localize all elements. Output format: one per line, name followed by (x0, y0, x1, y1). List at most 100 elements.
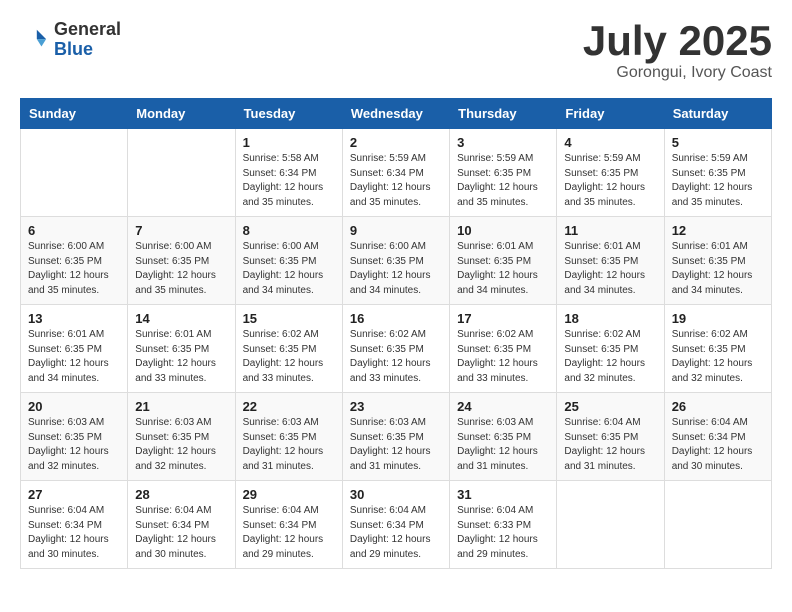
page-header: General Blue July 2025 Gorongui, Ivory C… (20, 20, 772, 82)
day-info: Sunrise: 6:04 AM Sunset: 6:34 PM Dayligh… (135, 504, 227, 562)
calendar-week-row: 13 Sunrise: 6:01 AM Sunset: 6:35 PM Dayli… (21, 305, 772, 393)
month-title: July 2025 (583, 20, 772, 62)
day-number: 9 (350, 223, 442, 238)
calendar-week-row: 20Sunrise: 6:03 AM Sunset: 6:35 PM Dayli… (21, 393, 772, 481)
calendar-cell: 20Sunrise: 6:03 AM Sunset: 6:35 PM Dayli… (21, 393, 128, 481)
day-info: Sunrise: 6:04 AM Sunset: 6:34 PM Dayligh… (350, 504, 442, 562)
calendar-cell: 26 Sunrise: 6:04 AM Sunset: 6:34 PM Dayli… (664, 393, 771, 481)
calendar-cell: 29Sunrise: 6:04 AM Sunset: 6:34 PM Dayli… (235, 481, 342, 569)
day-number: 17 (457, 311, 549, 326)
weekday-header-friday: Friday (557, 99, 664, 129)
day-number: 6 (28, 223, 120, 238)
logo-general-text: General Blue (54, 20, 121, 60)
calendar-cell: 6 Sunrise: 6:00 AM Sunset: 6:35 PM Daylig… (21, 217, 128, 305)
calendar-cell: 27 Sunrise: 6:04 AM Sunset: 6:34 PM Dayli… (21, 481, 128, 569)
day-number: 26 (672, 399, 764, 414)
calendar-cell: 16 Sunrise: 6:02 AM Sunset: 6:35 PM Dayli… (342, 305, 449, 393)
day-info: Sunrise: 5:59 AM Sunset: 6:35 PM Dayligh… (672, 152, 764, 210)
day-info: Sunrise: 5:58 AM Sunset: 6:34 PM Dayligh… (243, 152, 335, 210)
calendar-cell: 12Sunrise: 6:01 AM Sunset: 6:35 PM Dayli… (664, 217, 771, 305)
day-info: Sunrise: 5:59 AM Sunset: 6:35 PM Dayligh… (457, 152, 549, 210)
calendar-cell: 9 Sunrise: 6:00 AM Sunset: 6:35 PM Daylig… (342, 217, 449, 305)
day-number: 3 (457, 135, 549, 150)
calendar-cell: 15 Sunrise: 6:02 AM Sunset: 6:35 PM Dayli… (235, 305, 342, 393)
day-number: 5 (672, 135, 764, 150)
day-number: 27 (28, 487, 120, 502)
day-number: 8 (243, 223, 335, 238)
weekday-header-row: SundayMondayTuesdayWednesdayThursdayFrid… (21, 99, 772, 129)
calendar-cell: 11Sunrise: 6:01 AM Sunset: 6:35 PM Dayli… (557, 217, 664, 305)
day-info: Sunrise: 6:03 AM Sunset: 6:35 PM Dayligh… (350, 416, 442, 474)
day-number: 25 (564, 399, 656, 414)
calendar-cell: 28 Sunrise: 6:04 AM Sunset: 6:34 PM Dayli… (128, 481, 235, 569)
day-number: 29 (243, 487, 335, 502)
calendar-cell: 4Sunrise: 5:59 AM Sunset: 6:35 PM Daylig… (557, 129, 664, 217)
day-info: Sunrise: 5:59 AM Sunset: 6:34 PM Dayligh… (350, 152, 442, 210)
calendar-week-row: 1 Sunrise: 5:58 AM Sunset: 6:34 PM Daylig… (21, 129, 772, 217)
location-title: Gorongui, Ivory Coast (583, 64, 772, 82)
calendar-cell (557, 481, 664, 569)
day-info: Sunrise: 6:04 AM Sunset: 6:34 PM Dayligh… (28, 504, 120, 562)
day-info: Sunrise: 6:00 AM Sunset: 6:35 PM Dayligh… (28, 240, 120, 298)
calendar-week-row: 6 Sunrise: 6:00 AM Sunset: 6:35 PM Daylig… (21, 217, 772, 305)
calendar-cell: 24 Sunrise: 6:03 AM Sunset: 6:35 PM Dayli… (450, 393, 557, 481)
day-number: 4 (564, 135, 656, 150)
day-number: 7 (135, 223, 227, 238)
calendar-cell: 14Sunrise: 6:01 AM Sunset: 6:35 PM Dayli… (128, 305, 235, 393)
calendar-cell: 18Sunrise: 6:02 AM Sunset: 6:35 PM Dayli… (557, 305, 664, 393)
day-number: 1 (243, 135, 335, 150)
day-info: Sunrise: 6:01 AM Sunset: 6:35 PM Dayligh… (28, 328, 120, 386)
day-info: Sunrise: 6:02 AM Sunset: 6:35 PM Dayligh… (672, 328, 764, 386)
day-number: 2 (350, 135, 442, 150)
day-info: Sunrise: 6:04 AM Sunset: 6:35 PM Dayligh… (564, 416, 656, 474)
calendar-cell: 3 Sunrise: 5:59 AM Sunset: 6:35 PM Daylig… (450, 129, 557, 217)
day-info: Sunrise: 6:01 AM Sunset: 6:35 PM Dayligh… (135, 328, 227, 386)
day-number: 11 (564, 223, 656, 238)
day-number: 13 (28, 311, 120, 326)
calendar-table: SundayMondayTuesdayWednesdayThursdayFrid… (20, 98, 772, 569)
logo: General Blue (20, 20, 121, 60)
calendar-cell: 22 Sunrise: 6:03 AM Sunset: 6:35 PM Dayli… (235, 393, 342, 481)
calendar-cell: 17Sunrise: 6:02 AM Sunset: 6:35 PM Dayli… (450, 305, 557, 393)
day-number: 15 (243, 311, 335, 326)
day-number: 30 (350, 487, 442, 502)
day-number: 18 (564, 311, 656, 326)
weekday-header-monday: Monday (128, 99, 235, 129)
calendar-cell (21, 129, 128, 217)
day-info: Sunrise: 6:03 AM Sunset: 6:35 PM Dayligh… (243, 416, 335, 474)
day-number: 28 (135, 487, 227, 502)
calendar-cell (128, 129, 235, 217)
day-info: Sunrise: 6:02 AM Sunset: 6:35 PM Dayligh… (243, 328, 335, 386)
calendar-cell: 1 Sunrise: 5:58 AM Sunset: 6:34 PM Daylig… (235, 129, 342, 217)
day-info: Sunrise: 6:04 AM Sunset: 6:34 PM Dayligh… (672, 416, 764, 474)
calendar-cell (664, 481, 771, 569)
day-info: Sunrise: 6:04 AM Sunset: 6:33 PM Dayligh… (457, 504, 549, 562)
day-number: 31 (457, 487, 549, 502)
day-info: Sunrise: 6:02 AM Sunset: 6:35 PM Dayligh… (350, 328, 442, 386)
calendar-cell: 25 Sunrise: 6:04 AM Sunset: 6:35 PM Dayli… (557, 393, 664, 481)
calendar-cell: 30 Sunrise: 6:04 AM Sunset: 6:34 PM Dayli… (342, 481, 449, 569)
weekday-header-sunday: Sunday (21, 99, 128, 129)
day-number: 24 (457, 399, 549, 414)
weekday-header-saturday: Saturday (664, 99, 771, 129)
calendar-cell: 31 Sunrise: 6:04 AM Sunset: 6:33 PM Dayli… (450, 481, 557, 569)
weekday-header-wednesday: Wednesday (342, 99, 449, 129)
day-info: Sunrise: 6:00 AM Sunset: 6:35 PM Dayligh… (135, 240, 227, 298)
calendar-cell: 21 Sunrise: 6:03 AM Sunset: 6:35 PM Dayli… (128, 393, 235, 481)
calendar-cell: 8Sunrise: 6:00 AM Sunset: 6:35 PM Daylig… (235, 217, 342, 305)
day-number: 21 (135, 399, 227, 414)
calendar-week-row: 27 Sunrise: 6:04 AM Sunset: 6:34 PM Dayli… (21, 481, 772, 569)
day-number: 10 (457, 223, 549, 238)
calendar-cell: 10Sunrise: 6:01 AM Sunset: 6:35 PM Dayli… (450, 217, 557, 305)
day-info: Sunrise: 6:01 AM Sunset: 6:35 PM Dayligh… (672, 240, 764, 298)
calendar-cell: 7 Sunrise: 6:00 AM Sunset: 6:35 PM Daylig… (128, 217, 235, 305)
day-info: Sunrise: 6:03 AM Sunset: 6:35 PM Dayligh… (135, 416, 227, 474)
day-number: 22 (243, 399, 335, 414)
day-number: 16 (350, 311, 442, 326)
day-info: Sunrise: 6:00 AM Sunset: 6:35 PM Dayligh… (350, 240, 442, 298)
logo-icon (20, 26, 48, 54)
calendar-cell: 13 Sunrise: 6:01 AM Sunset: 6:35 PM Dayli… (21, 305, 128, 393)
calendar-cell: 23Sunrise: 6:03 AM Sunset: 6:35 PM Dayli… (342, 393, 449, 481)
day-info: Sunrise: 6:03 AM Sunset: 6:35 PM Dayligh… (457, 416, 549, 474)
day-info: Sunrise: 6:03 AM Sunset: 6:35 PM Dayligh… (28, 416, 120, 474)
